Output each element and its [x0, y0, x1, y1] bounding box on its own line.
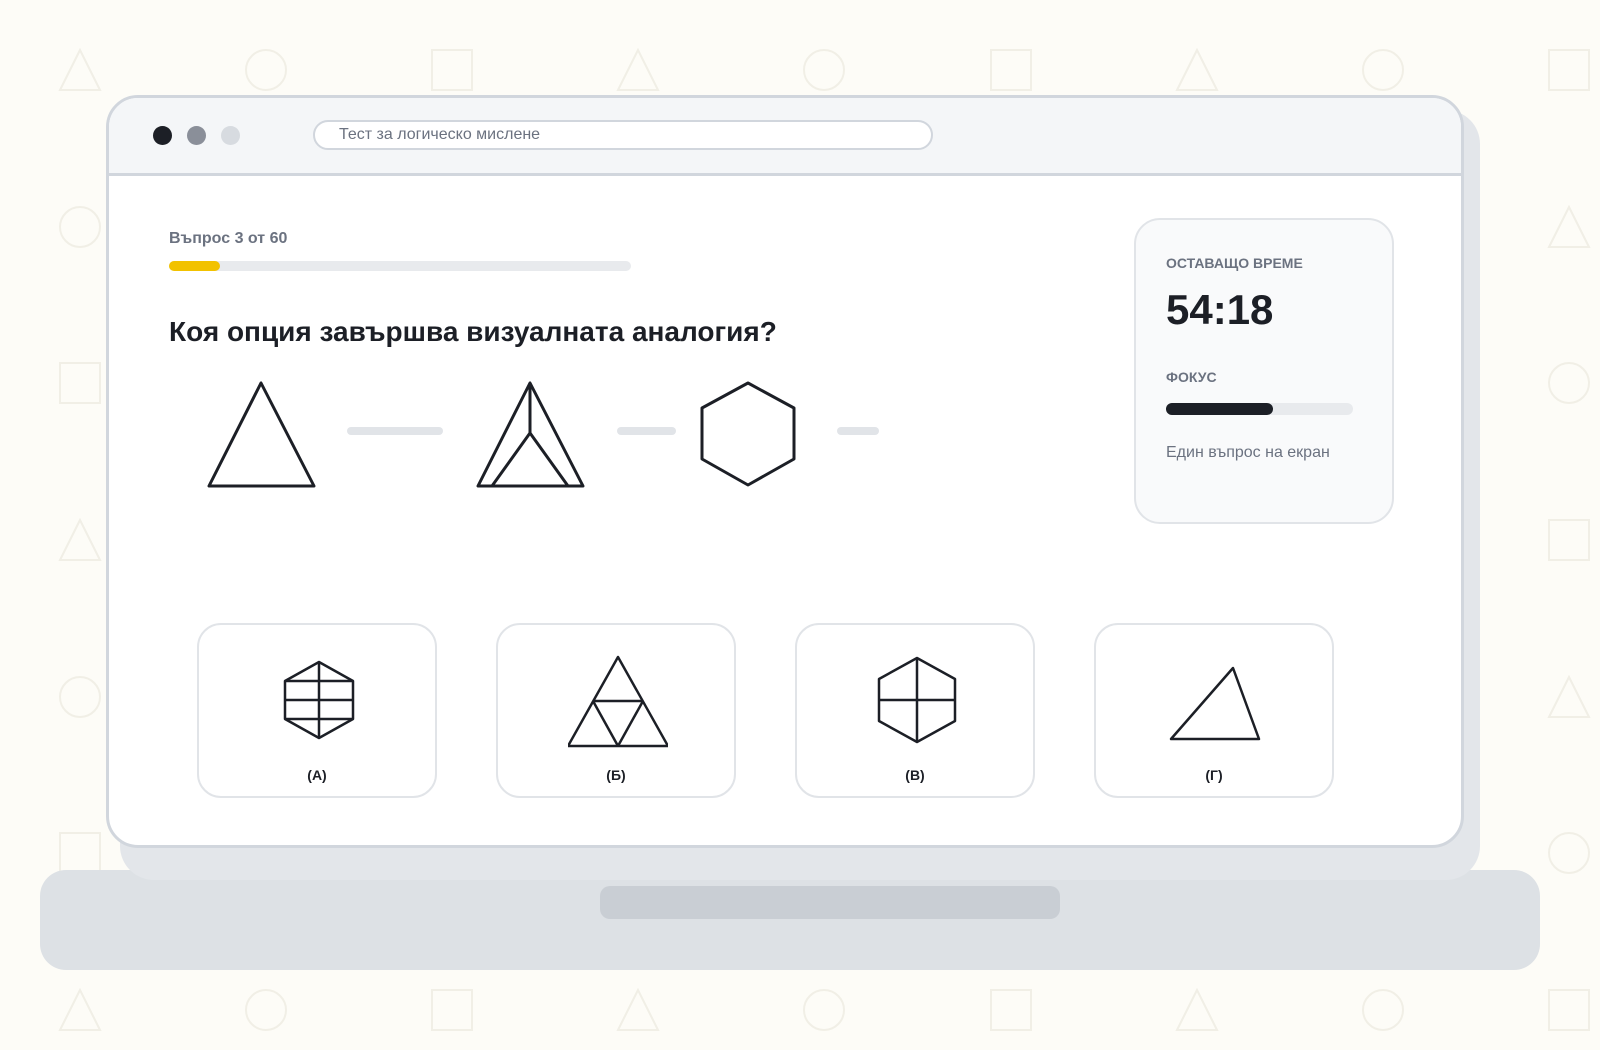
- bg-triangle-icon: [58, 47, 102, 91]
- maximize-dot-icon[interactable]: [221, 126, 240, 145]
- option-label: (В): [905, 767, 925, 783]
- timer-card: ОСТАВАЩО ВРЕМЕ 54:18 ФОКУС Един въпрос н…: [1134, 218, 1394, 524]
- divided-hexagon-icon: [283, 660, 355, 740]
- option-label: (Б): [606, 767, 626, 783]
- bg-circle-icon: [803, 49, 845, 91]
- bg-triangle-icon: [1547, 674, 1591, 718]
- bg-square-icon: [990, 49, 1032, 91]
- bg-triangle-icon: [616, 47, 660, 91]
- focus-meter: [1166, 403, 1353, 415]
- option-label: (А): [307, 767, 327, 783]
- mode-note: Един въпрос на екран: [1166, 444, 1330, 461]
- bg-triangle-icon: [1175, 47, 1219, 91]
- bg-square-icon: [990, 989, 1032, 1031]
- bg-circle-icon: [245, 49, 287, 91]
- question-counter: Въпрос 3 от 60: [169, 230, 288, 247]
- bg-circle-icon: [245, 989, 287, 1031]
- close-dot-icon[interactable]: [153, 126, 172, 145]
- bg-triangle-icon: [58, 517, 102, 561]
- bg-square-icon: [59, 832, 101, 874]
- minimize-dot-icon[interactable]: [187, 126, 206, 145]
- option-b-button[interactable]: (Б): [496, 623, 736, 798]
- bg-circle-icon: [1548, 832, 1590, 874]
- divided-triangle-icon: [476, 381, 585, 488]
- focus-meter-fill: [1166, 403, 1273, 415]
- bg-square-icon: [431, 49, 473, 91]
- focus-label: ФОКУС: [1166, 369, 1217, 385]
- option-a-button[interactable]: (А): [197, 623, 437, 798]
- hexagon-icon: [700, 381, 796, 487]
- time-remaining-label: ОСТАВАЩО ВРЕМЕ: [1166, 255, 1303, 271]
- bg-square-icon: [1548, 49, 1590, 91]
- bg-triangle-icon: [1175, 987, 1219, 1031]
- bg-circle-icon: [1362, 49, 1404, 91]
- option-c-button[interactable]: (В): [795, 623, 1035, 798]
- triangle-icon: [207, 381, 316, 488]
- trackpad: [600, 886, 1060, 919]
- laptop-base: [40, 870, 1540, 970]
- bg-square-icon: [59, 362, 101, 404]
- bg-square-icon: [1548, 989, 1590, 1031]
- bg-square-icon: [431, 989, 473, 1031]
- bg-circle-icon: [59, 206, 101, 248]
- bg-circle-icon: [59, 676, 101, 718]
- bg-circle-icon: [1362, 989, 1404, 1031]
- question-progress-bar: [169, 261, 631, 271]
- browser-window: Тест за логическо мислене Въпрос 3 от 60…: [106, 95, 1464, 848]
- countdown-timer: 54:18: [1166, 286, 1274, 333]
- address-bar[interactable]: Тест за логическо мислене: [313, 120, 933, 150]
- question-progress-fill: [169, 261, 220, 271]
- bg-circle-icon: [803, 989, 845, 1031]
- quartered-hexagon-icon: [877, 656, 957, 744]
- scalene-triangle-icon: [1169, 666, 1261, 741]
- subdivided-triangle-icon: [568, 655, 668, 748]
- bg-triangle-icon: [1547, 204, 1591, 248]
- bg-triangle-icon: [616, 987, 660, 1031]
- option-label: (Г): [1205, 767, 1223, 783]
- bg-circle-icon: [1548, 362, 1590, 404]
- bg-triangle-icon: [58, 987, 102, 1031]
- question-text: Коя опция завършва визуалната аналогия?: [169, 316, 777, 347]
- title-bar: Тест за логическо мислене: [109, 98, 1461, 176]
- bg-square-icon: [1548, 519, 1590, 561]
- option-d-button[interactable]: (Г): [1094, 623, 1334, 798]
- analogy-sequence: [207, 381, 879, 488]
